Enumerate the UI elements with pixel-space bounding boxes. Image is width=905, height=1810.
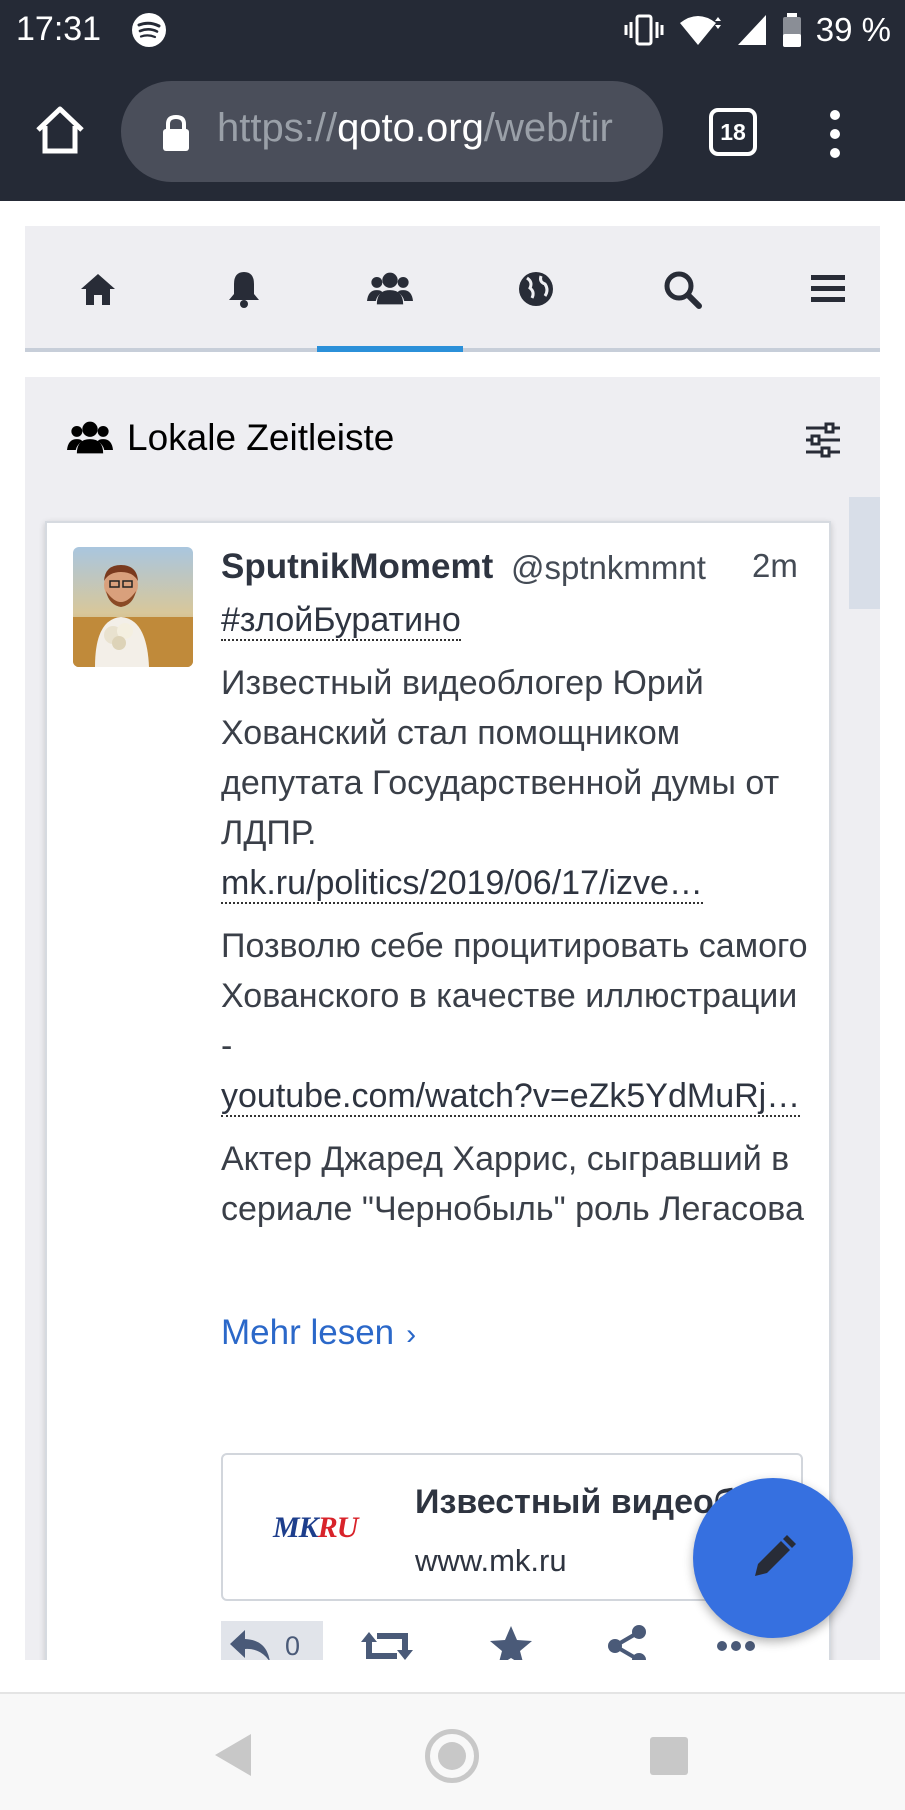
boost-button[interactable] <box>361 1621 413 1660</box>
spotify-icon <box>132 13 166 47</box>
column-title: Lokale Zeitleiste <box>127 417 395 458</box>
home-button[interactable] <box>425 1729 479 1783</box>
content-fade <box>221 1261 811 1287</box>
sliders-icon[interactable] <box>804 421 842 459</box>
pencil-icon <box>755 1535 796 1576</box>
battery-percent: 39 % <box>815 11 891 48</box>
timestamp[interactable]: 2m <box>752 547 798 585</box>
status-action-bar: 0 <box>221 1621 811 1660</box>
status-paragraph: Актер Джаред Харрис, сыгравший в сериале… <box>221 1140 804 1228</box>
globe-icon <box>518 272 553 306</box>
read-more-button[interactable]: Mehr lesen › <box>221 1313 416 1353</box>
reply-button[interactable]: 0 <box>221 1621 323 1660</box>
reply-count: 0 <box>285 1630 301 1661</box>
home-icon[interactable] <box>34 104 86 156</box>
overflow-menu-icon[interactable] <box>822 108 848 160</box>
clock: 17:31 <box>16 10 102 48</box>
status-content: #злойБуратино Известный видеоблогер Юрий… <box>221 595 811 1281</box>
url-text: https://qoto.org/web/tir <box>217 106 613 150</box>
users-icon <box>366 272 413 305</box>
tab-home[interactable] <box>25 226 170 352</box>
share-icon <box>608 1625 646 1660</box>
users-icon <box>67 421 113 454</box>
status-card[interactable]: SputnikMomemt @sptnkmmnt 2m #злойБуратин… <box>45 521 831 1660</box>
account-handle[interactable]: @sptnkmmnt <box>511 549 706 587</box>
hamburger-icon <box>810 275 845 302</box>
tab-notifications[interactable] <box>171 226 316 352</box>
wifi-icon <box>679 16 721 45</box>
vibrate-icon <box>624 14 664 46</box>
tab-search[interactable] <box>609 226 754 352</box>
favourite-button[interactable] <box>489 1621 533 1660</box>
tab-menu[interactable] <box>755 226 900 352</box>
tabs-bar <box>25 226 880 352</box>
tab-federated-timeline[interactable] <box>463 226 608 352</box>
compose-button[interactable] <box>693 1478 853 1638</box>
back-icon[interactable] <box>213 1732 253 1778</box>
avatar[interactable] <box>73 547 193 667</box>
status-link[interactable]: youtube.com/watch?v=eZk5YdMuRj… <box>221 1077 801 1117</box>
share-button[interactable] <box>606 1621 648 1660</box>
status-paragraph: Позволю себе процитировать самого Хованс… <box>221 927 808 1065</box>
bell-icon <box>228 272 259 308</box>
status-link[interactable]: mk.ru/politics/2019/06/17/izve… <box>221 864 703 904</box>
signal-icon <box>737 15 766 45</box>
column-scrollbar[interactable] <box>849 497 880 1660</box>
active-tab-indicator <box>317 346 463 352</box>
hashtag-link[interactable]: #злойБуратино <box>221 601 461 641</box>
battery-icon <box>782 13 801 47</box>
status-bar: 17:31 39 % <box>0 0 905 62</box>
system-navigation-bar <box>0 1692 905 1810</box>
tab-local-timeline[interactable] <box>317 226 462 352</box>
retweet-icon <box>361 1632 413 1660</box>
search-icon <box>664 271 702 309</box>
mkru-logo: MKRU <box>273 1511 358 1544</box>
scrollbar-thumb[interactable] <box>849 497 880 609</box>
tab-switcher-button[interactable]: 18 <box>709 108 757 156</box>
browser-toolbar: https://qoto.org/web/tir 18 <box>0 62 905 201</box>
recents-button[interactable] <box>650 1737 688 1775</box>
card-title: Известный видеоб <box>415 1483 735 1521</box>
lock-icon <box>163 114 189 151</box>
column-header: Lokale Zeitleiste <box>25 377 880 497</box>
chevron-right-icon: › <box>406 1318 417 1351</box>
url-field[interactable]: https://qoto.org/web/tir <box>121 81 663 182</box>
ellipsis-icon <box>717 1641 755 1651</box>
timeline-column: Lokale Zeitleiste SputnikMomemt @sptnkmm… <box>25 377 880 1660</box>
reply-icon <box>230 1630 270 1660</box>
home-icon <box>80 274 115 305</box>
display-name[interactable]: SputnikMomemt <box>221 547 493 587</box>
status-paragraph: Известный видеоблогер Юрий Хованский ста… <box>221 664 780 852</box>
star-icon <box>490 1626 532 1660</box>
avatar-image <box>73 547 193 667</box>
card-host: www.mk.ru <box>415 1543 567 1578</box>
